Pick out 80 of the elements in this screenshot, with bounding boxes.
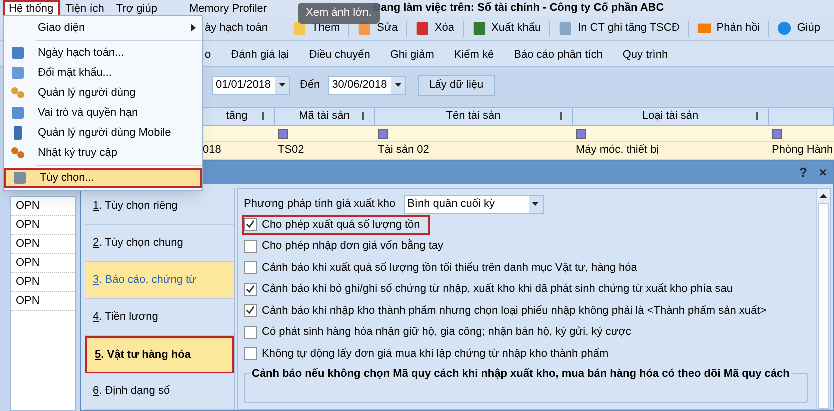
checkbox[interactable] [244, 282, 257, 296]
option-checkbox-row[interactable]: Cảnh báo khi bỏ ghi/ghi sổ chứng từ nhập, xuất kho khi đã phát sinh chứng từ xuất kho phía sau [242, 279, 743, 300]
nav-item[interactable]: 3. Báo cáo, chứng từ [85, 262, 234, 299]
method-dropdown[interactable]: Bình quân cuối kỳ [404, 194, 544, 214]
window-title: Đang làm việc trên: Sổ tài chính - Công ty Cổ phần ABC [373, 1, 664, 16]
checkbox[interactable] [244, 240, 257, 253]
column-header[interactable]: Loại tài sản [573, 108, 769, 125]
table-cell-text: TS02 [277, 143, 306, 158]
scroll-thumb[interactable] [818, 203, 829, 409]
tab[interactable]: Ghi giảm [390, 46, 434, 63]
dropdown-arrow-icon[interactable] [532, 202, 540, 206]
table-cell-text: Máy móc, thiết bị [575, 143, 660, 158]
filter-icon[interactable] [576, 128, 586, 138]
menu-item[interactable]: Tùy chọn... [4, 168, 202, 188]
menu-item[interactable]: Quản lý người dùng [4, 83, 202, 103]
to-label: Đến [300, 78, 320, 93]
filter-icon[interactable] [378, 128, 388, 138]
filter-icon[interactable] [278, 128, 288, 138]
group-title: Cảnh báo nếu không chọn Mã quy cách khi nhập xuất kho, mua bán hàng hóa có theo dõi Mã quy cách [250, 366, 792, 382]
help-button[interactable]: ? [799, 162, 808, 182]
menu-bar-item[interactable]: Tiện ích [60, 0, 110, 17]
option-checkbox-row[interactable]: Cảnh báo khi nhập kho thành phẩm nhưng chọn loại phiếu nhập không phải là <Thành phẩm sản xuất> [242, 300, 777, 321]
nav-item[interactable]: 5. Vật tư hàng hóa [85, 336, 234, 373]
menu-item[interactable]: Vai trò và quyền hạn [4, 103, 202, 123]
scrollbar[interactable] [816, 189, 830, 409]
menu-item[interactable]: Nhật ký truy cập [4, 143, 202, 163]
list-item[interactable]: OPN [11, 197, 75, 216]
table-cell-text: 018 [202, 143, 222, 158]
menu-bar-item[interactable]: Memory Profiler [183, 0, 274, 17]
envelope-icon [696, 21, 712, 36]
option-checkbox-row[interactable]: Không tự động lấy đơn giá mua khi lập chứng từ nhập kho thành phẩm [242, 344, 619, 364]
dropdown-arrow-icon[interactable] [394, 83, 402, 87]
checkbox[interactable] [244, 347, 257, 360]
tab[interactable]: Đánh giá lại [231, 46, 290, 63]
tab[interactable]: Báo cáo phân tích [514, 46, 603, 63]
toolbar-button[interactable]: In CT ghi tăng TSCĐ [558, 20, 680, 37]
checkmark-icon [246, 306, 255, 316]
checkmark-icon [246, 284, 255, 294]
column-header[interactable]: Mã tài sản [275, 108, 375, 125]
filter-icon[interactable] [772, 128, 782, 138]
checkbox[interactable] [244, 326, 257, 339]
option-checkbox-row[interactable]: Cho phép nhập đơn giá vốn bằng tay [242, 236, 454, 256]
menu-item[interactable]: Ngày hạch toán... [4, 43, 202, 63]
fetch-data-button[interactable]: Lấy dữ liệu [418, 74, 495, 96]
list-item[interactable]: OPN [11, 216, 75, 235]
scroll-up-icon[interactable] [820, 194, 827, 198]
checkbox[interactable] [244, 218, 257, 232]
menu-bar-item[interactable]: Trợ giúp [110, 0, 164, 17]
list-item[interactable]: OPN [11, 292, 75, 311]
menu-item[interactable]: Đổi mật khẩu... [4, 63, 202, 83]
menu-item[interactable]: Quản lý người dùng Mobile [4, 123, 202, 143]
nav-item[interactable]: 6. Định dạng số [85, 373, 234, 410]
menu-item[interactable]: Giao diện [4, 18, 202, 38]
list-item[interactable]: OPN [11, 235, 75, 254]
checkbox[interactable] [244, 261, 257, 274]
dropdown-arrow-icon[interactable] [278, 83, 286, 87]
toolbar-button[interactable]: Giúp [777, 20, 820, 37]
option-checkbox-row[interactable]: Cảnh báo khi xuất quá số lượng tồn tối thiểu trên danh mục Vật tư, hàng hóa [242, 258, 648, 278]
table-cell-text: Tài sản 02 [377, 143, 430, 158]
tab[interactable]: Quy trình [622, 46, 668, 63]
tab[interactable]: o [205, 46, 212, 63]
list-item[interactable]: OPN [11, 254, 75, 273]
submenu-arrow-icon [191, 24, 196, 32]
toolbar-button[interactable]: Phản hồi [696, 20, 760, 37]
checkmark-icon [246, 220, 255, 230]
toolbar-button[interactable]: Xóa [414, 20, 455, 37]
close-button[interactable]: × [819, 162, 827, 182]
column-header[interactable]: Tên tài sản [375, 108, 573, 125]
date-field[interactable]: 01/01/2018 [212, 76, 290, 94]
checkbox[interactable] [244, 304, 257, 318]
toolbar-button[interactable]: ày hạch toán [205, 20, 268, 37]
table-cell-text: Phòng Hành [771, 143, 834, 158]
list-item[interactable]: OPN [11, 273, 75, 292]
option-checkbox-row[interactable]: Cho phép xuất quá số lượng tồn [242, 214, 430, 235]
tab[interactable]: Kiểm kê [454, 46, 494, 63]
date-field[interactable]: 30/06/2018 [328, 76, 406, 94]
option-checkbox-row[interactable]: Có phát sinh hàng hóa nhận giữ hộ, gia công; nhận bán hộ, ký gửi, ký cược [242, 322, 642, 342]
method-label: Phương pháp tính giá xuất kho [244, 196, 396, 212]
toolbar-button[interactable]: Xuất khẩu [472, 20, 542, 37]
tab[interactable]: Điều chuyển [309, 46, 370, 63]
